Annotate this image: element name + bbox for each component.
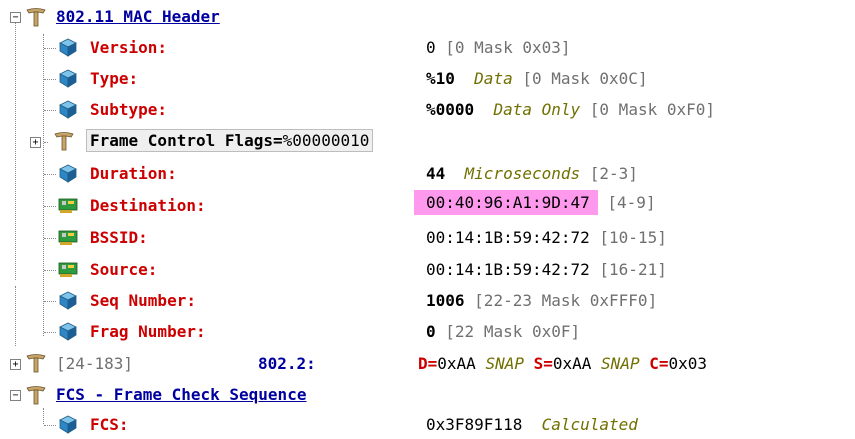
field-label: Subtype: [90, 100, 168, 119]
tree-branch-icon [26, 7, 46, 27]
field-value: 44 Microseconds [2-3] [426, 164, 638, 183]
cube-icon [58, 321, 78, 341]
field-label: Frame Control Flags=%00000010 [86, 129, 374, 152]
byte-range: [24-183] [56, 354, 134, 373]
tree-node-frame-control-flags[interactable]: + Frame Control Flags=%00000010 [0, 126, 855, 156]
field-value: 00:14:1B:59:42:72 [16-21] [426, 260, 667, 279]
field-version[interactable]: Version: 0 [0 Mask 0x03] [0, 32, 855, 62]
tree-branch-icon [26, 385, 46, 405]
expand-toggle[interactable]: + [10, 359, 21, 370]
expand-toggle[interactable]: + [30, 137, 41, 148]
field-label: Destination: [90, 196, 206, 215]
tree-branch-icon [26, 353, 46, 373]
tree-node-mac-header[interactable]: − 802.11 MAC Header [0, 2, 855, 32]
field-value: 1006 [22-23 Mask 0xFFF0] [426, 291, 658, 310]
field-label: Seq Number: [90, 291, 196, 310]
highlighted-value: 00:40:96:A1:9D:47 [414, 190, 598, 215]
cube-icon [58, 37, 78, 57]
cube-icon [58, 414, 78, 434]
field-type[interactable]: Type: %10 Data [0 Mask 0x0C] [0, 63, 855, 93]
packet-decode-tree: − 802.11 MAC Header Version: 0 [0 Mask 0… [0, 0, 855, 438]
field-value: 0x3F89F118 Calculated [426, 415, 638, 434]
field-frag-number[interactable]: Frag Number: 0 [22 Mask 0x0F] [0, 316, 855, 346]
field-fcs[interactable]: FCS: 0x3F89F118 Calculated [0, 409, 855, 439]
field-duration[interactable]: Duration: 44 Microseconds [2-3] [0, 158, 855, 188]
field-subtype[interactable]: Subtype: %0000 Data Only [0 Mask 0xF0] [0, 94, 855, 124]
cube-icon [58, 290, 78, 310]
field-label: Type: [90, 69, 139, 88]
tree-node-llc[interactable]: + [24-183] 802.2: D=0xAA SNAP S=0xAA SNA… [0, 348, 855, 378]
field-label: Source: [90, 260, 158, 279]
cube-icon [58, 99, 78, 119]
cube-icon [58, 163, 78, 183]
section-title: 802.11 MAC Header [56, 7, 220, 26]
field-label: Version: [90, 38, 168, 57]
protocol-label: 802.2: [258, 354, 316, 373]
field-label: FCS: [90, 415, 129, 434]
field-value: 00:40:96:A1:9D:47 [4-9] [414, 190, 656, 215]
field-label: Duration: [90, 164, 177, 183]
field-source[interactable]: Source: 00:14:1B:59:42:72 [16-21] [0, 254, 855, 284]
section-title: FCS - Frame Check Sequence [56, 385, 307, 404]
tree-node-fcs[interactable]: − FCS - Frame Check Sequence [0, 380, 855, 410]
field-value: 0 [22 Mask 0x0F] [426, 322, 581, 341]
field-bssid[interactable]: BSSID: 00:14:1B:59:42:72 [10-15] [0, 222, 855, 252]
field-label: Frag Number: [90, 322, 206, 341]
collapse-toggle[interactable]: − [10, 12, 21, 23]
field-label: BSSID: [90, 228, 148, 247]
network-adapter-icon [58, 259, 78, 279]
field-value: 0 [0 Mask 0x03] [426, 38, 571, 57]
network-adapter-icon [58, 227, 78, 247]
field-seq-number[interactable]: Seq Number: 1006 [22-23 Mask 0xFFF0] [0, 285, 855, 315]
collapse-toggle[interactable]: − [10, 390, 21, 401]
field-value: %0000 Data Only [0 Mask 0xF0] [426, 100, 716, 119]
field-value: 00:14:1B:59:42:72 [10-15] [426, 228, 667, 247]
field-destination[interactable]: Destination: 00:40:96:A1:9D:47 [4-9] [0, 190, 855, 220]
field-value: %10 Data [0 Mask 0x0C] [426, 69, 648, 88]
llc-summary: D=0xAA SNAP S=0xAA SNAP C=0x03 [418, 354, 708, 373]
cube-icon [58, 68, 78, 88]
network-adapter-icon [58, 195, 78, 215]
tree-branch-icon [54, 131, 74, 151]
